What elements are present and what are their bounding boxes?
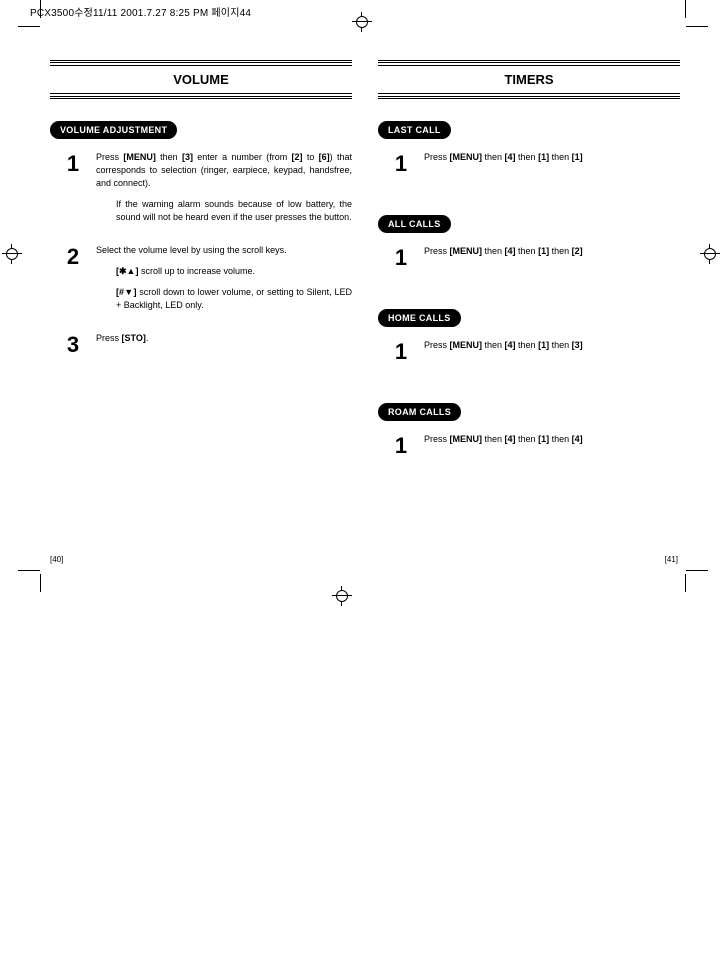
text: enter a number (from (193, 152, 292, 162)
key-4: [4] (505, 434, 516, 444)
registration-mark-left (2, 244, 22, 264)
title-block-right: TIMERS (378, 60, 680, 99)
text: . (146, 333, 149, 343)
step-body: Select the volume level by using the scr… (96, 244, 352, 320)
page-left: VOLUME VOLUME ADJUSTMENT 1 Press [MENU] … (50, 60, 352, 356)
key-1: [1] (572, 152, 583, 162)
key-2: [2] (572, 246, 583, 256)
step-3: 3 Press [STO]. (50, 332, 352, 356)
text: then (482, 246, 505, 256)
trim-mark (685, 0, 686, 18)
trim-mark (40, 0, 41, 18)
key-menu: [MENU] (450, 434, 483, 444)
key-4: [4] (505, 152, 516, 162)
step-number: 1 (378, 433, 424, 457)
key-1: [1] (538, 246, 549, 256)
text: then (482, 340, 505, 350)
step-2: 2 Select the volume level by using the s… (50, 244, 352, 320)
trim-mark (18, 570, 40, 571)
registration-mark-right (700, 244, 720, 264)
key-4: [4] (572, 434, 583, 444)
step-body: Press [MENU] then [4] then [1] then [3] (424, 339, 680, 363)
section-pill-last-call: LAST CALL (378, 121, 451, 139)
print-header: PCX3500수정11/11 2001.7.27 8:25 PM 페이지44 (30, 4, 251, 19)
step-number: 1 (378, 245, 424, 269)
key-menu: [MENU] (450, 246, 483, 256)
trim-mark (18, 26, 40, 27)
step-roam-calls: 1 Press [MENU] then [4] then [1] then [4… (378, 433, 680, 457)
trim-mark (40, 574, 41, 592)
page-title-right: TIMERS (378, 66, 680, 93)
title-block-left: VOLUME (50, 60, 352, 99)
section-pill-all-calls: ALL CALLS (378, 215, 451, 233)
text: scroll up to increase volume. (138, 266, 255, 276)
page-number-right: [41] (665, 555, 678, 564)
step-all-calls: 1 Press [MENU] then [4] then [1] then [2… (378, 245, 680, 269)
key-1: [1] (538, 340, 549, 350)
section-pill-volume-adjustment: VOLUME ADJUSTMENT (50, 121, 177, 139)
step-number: 1 (378, 151, 424, 175)
key-menu: [MENU] (450, 340, 483, 350)
step-body: Press [MENU] then [4] then [1] then [4] (424, 433, 680, 457)
step-home-calls: 1 Press [MENU] then [4] then [1] then [3… (378, 339, 680, 363)
text: Press (424, 246, 450, 256)
text: then (516, 434, 539, 444)
key-6: [6] (319, 152, 330, 162)
text: then (549, 152, 572, 162)
page-right: TIMERS LAST CALL 1 Press [MENU] then [4]… (378, 60, 680, 457)
trim-mark (686, 570, 708, 571)
key-3: [3] (572, 340, 583, 350)
step-number: 3 (50, 332, 96, 356)
text: then (482, 434, 505, 444)
sheet: PCX3500수정11/11 2001.7.27 8:25 PM 페이지44 V… (0, 0, 722, 954)
key-1: [1] (538, 152, 549, 162)
text: to (303, 152, 319, 162)
text: Press (424, 152, 450, 162)
trim-mark (685, 574, 686, 592)
text: then (156, 152, 182, 162)
step-body: Press [MENU] then [4] then [1] then [2] (424, 245, 680, 269)
step-number: 1 (378, 339, 424, 363)
key-3: [3] (182, 152, 193, 162)
text: then (516, 152, 539, 162)
text: then (482, 152, 505, 162)
registration-mark-bottom (332, 586, 352, 620)
text: scroll down to lower volume, or setting … (116, 287, 352, 310)
key-star-up: [✱▲] (116, 266, 138, 276)
text: Select the volume level by using the scr… (96, 244, 352, 257)
step-last-call: 1 Press [MENU] then [4] then [1] then [1… (378, 151, 680, 175)
section-pill-home-calls: HOME CALLS (378, 309, 461, 327)
text: then (549, 340, 572, 350)
step-1: 1 Press [MENU] then [3] enter a number (… (50, 151, 352, 232)
step-body: Press [MENU] then [4] then [1] then [1] (424, 151, 680, 175)
key-1: [1] (538, 434, 549, 444)
step-number: 1 (50, 151, 96, 232)
text: Press (424, 340, 450, 350)
text: then (516, 246, 539, 256)
page-number-left: [40] (50, 555, 63, 564)
note-text: If the warning alarm sounds because of l… (116, 198, 352, 224)
key-menu: [MENU] (450, 152, 483, 162)
step-body: Press [MENU] then [3] enter a number (fr… (96, 151, 352, 232)
text: then (516, 340, 539, 350)
key-hash-down: [#▼] (116, 287, 137, 297)
key-2: [2] (292, 152, 303, 162)
text: Press (96, 333, 122, 343)
key-menu: [MENU] (123, 152, 156, 162)
trim-mark (686, 26, 708, 27)
step-body: Press [STO]. (96, 332, 352, 356)
key-4: [4] (505, 340, 516, 350)
page-title-left: VOLUME (50, 66, 352, 93)
text: then (549, 434, 572, 444)
text: then (549, 246, 572, 256)
key-sto: [STO] (122, 333, 146, 343)
step-number: 2 (50, 244, 96, 320)
key-4: [4] (505, 246, 516, 256)
text: Press (96, 152, 123, 162)
section-pill-roam-calls: ROAM CALLS (378, 403, 461, 421)
text: Press (424, 434, 450, 444)
registration-mark-top (352, 0, 372, 34)
